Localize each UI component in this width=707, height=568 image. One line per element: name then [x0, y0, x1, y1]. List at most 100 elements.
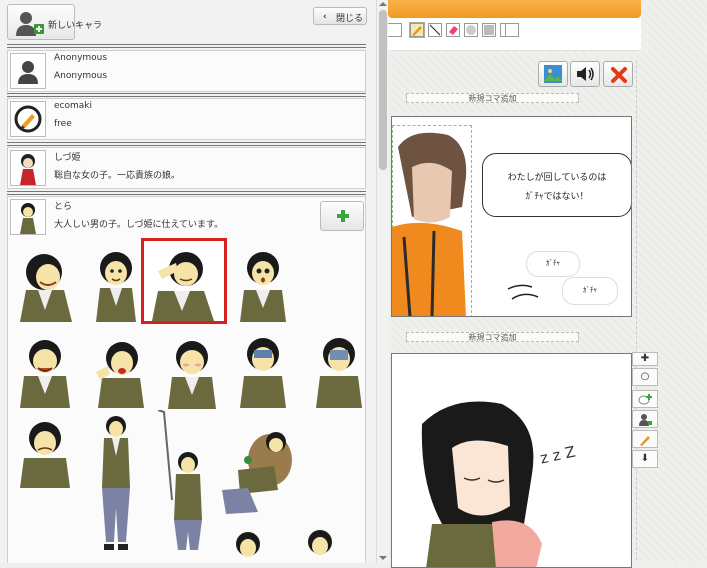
sprite-tora-selected[interactable]	[141, 238, 227, 324]
person-icon	[18, 61, 38, 84]
man-character-image	[392, 132, 467, 316]
sprite-tora-fallen[interactable]	[218, 420, 298, 520]
color-white-tool[interactable]	[505, 23, 519, 37]
avatar	[10, 101, 46, 137]
sprite-tora-smile[interactable]	[90, 244, 142, 322]
draw-button[interactable]	[632, 430, 658, 448]
divider	[7, 93, 366, 94]
comic-panel-1[interactable]: わたしが回しているのは ｶﾞﾁｬではない！ ｶﾞﾁｬ ｶﾞﾁｬ	[391, 116, 632, 317]
divider	[7, 145, 366, 146]
add-bubble-icon	[638, 394, 652, 405]
brush-small-tool[interactable]	[464, 23, 478, 37]
motion-lines	[507, 284, 539, 300]
divider	[7, 47, 366, 48]
add-frame-button[interactable]: 新規コマ追加	[406, 332, 579, 342]
add-image-button[interactable]	[538, 61, 568, 87]
add-sound-button[interactable]	[570, 61, 600, 87]
character-description: 大人しい男の子。しづ姫に仕えています。	[54, 220, 224, 230]
sfx-bubble-1[interactable]: ｶﾞﾁｬ	[526, 251, 580, 277]
toolbar-header	[388, 0, 641, 18]
sleeping-character-image	[421, 401, 542, 567]
character-name: Anonymous	[54, 53, 108, 63]
plus-icon	[337, 210, 349, 222]
add-frame-button[interactable]: 新規コマ追加	[406, 93, 579, 103]
sfx-bubble-2[interactable]: ｶﾞﾁｬ	[562, 277, 618, 305]
sprite-tora-glasses[interactable]	[14, 414, 76, 488]
scroll-down-arrow[interactable]	[379, 556, 387, 560]
character-row-anonymous[interactable]: Anonymous Anonymous	[7, 50, 366, 92]
avatar	[10, 53, 46, 89]
sfx-text: ｶﾞﾁｬ	[546, 259, 560, 267]
pencil-icon	[640, 436, 650, 446]
character-name: ecomaki	[54, 101, 92, 111]
circle-tool-button[interactable]: ○	[632, 368, 658, 386]
add-expression-button[interactable]	[320, 201, 364, 231]
sfx-text: ｶﾞﾁｬ	[583, 286, 597, 294]
avatar	[10, 150, 46, 186]
brush-large-tool[interactable]	[482, 23, 496, 37]
add-character-button[interactable]	[632, 410, 658, 428]
scroll-up-arrow[interactable]	[379, 2, 387, 6]
tora-avatar-image	[20, 203, 36, 234]
new-character-button[interactable]: 新しいキャラ	[7, 4, 102, 40]
vertical-guide	[636, 60, 637, 560]
character-name: とら	[54, 202, 73, 212]
speech-bubble[interactable]: わたしが回しているのは ｶﾞﾁｬではない！	[482, 153, 631, 217]
eraser-tool[interactable]	[446, 23, 460, 37]
sprite-tora-small-2[interactable]	[300, 526, 340, 563]
sprite-tora-surprised[interactable]	[232, 244, 294, 322]
close-label: 閉じる	[336, 14, 364, 24]
pen-icon	[14, 105, 42, 133]
new-character-label: 新しいキャラ	[48, 21, 103, 31]
circle-icon	[466, 25, 476, 35]
divider	[7, 44, 366, 45]
eraser-icon	[449, 26, 458, 35]
shizuhime-avatar-image	[20, 154, 36, 185]
speech-line-2: ｶﾞﾁｬではない！	[525, 192, 589, 202]
speech-line-1: わたしが回しているのは	[507, 173, 607, 183]
pencil-tool[interactable]	[409, 22, 425, 38]
sprite-tora-crying[interactable]	[92, 336, 150, 408]
sprite-tora-laugh[interactable]	[10, 244, 80, 322]
sprite-tora-shock[interactable]	[232, 330, 294, 408]
panel-scrollbar[interactable]	[376, 0, 389, 563]
character-description: 聡自な女の子。一応貴族の娘。	[54, 171, 181, 181]
speaker-icon	[577, 67, 594, 81]
square-icon	[484, 25, 494, 35]
delete-button[interactable]	[603, 61, 633, 87]
sprite-tora-fullbody-point[interactable]	[92, 412, 140, 558]
character-panel: 新しいキャラ ‹ 閉じる Anonymous Anonymous ecomaki…	[0, 0, 377, 563]
divider	[7, 191, 366, 192]
close-panel-button[interactable]: ‹ 閉じる	[313, 7, 367, 25]
character-name: しづ姫	[54, 153, 81, 163]
add-character-icon	[639, 414, 652, 426]
image-icon	[544, 65, 562, 83]
divider	[7, 96, 366, 97]
chevron-left-icon: ‹	[323, 12, 327, 22]
add-bubble-button[interactable]	[632, 390, 658, 408]
line-icon	[429, 24, 441, 36]
sprite-tora-small-1[interactable]	[228, 528, 268, 563]
delete-icon	[611, 67, 627, 83]
tool-blank[interactable]	[388, 23, 402, 37]
comic-panel-2[interactable]: z z Z	[391, 353, 632, 568]
down-arrow-icon: ⬇	[640, 453, 650, 464]
move-down-button[interactable]: ⬇	[632, 450, 658, 468]
move-panel-button[interactable]: ✚	[632, 352, 658, 366]
sprite-tora-fear[interactable]	[310, 330, 368, 408]
line-tool[interactable]	[428, 23, 442, 37]
add-user-icon	[16, 12, 44, 36]
move-icon: ✚	[640, 353, 650, 364]
sprite-tora-blush[interactable]	[160, 333, 224, 409]
character-description: free	[54, 119, 72, 129]
character-row-ecomaki[interactable]: ecomaki free	[7, 98, 366, 140]
circle-icon: ○	[640, 371, 650, 382]
sprite-tora-happy[interactable]	[12, 332, 78, 408]
scroll-thumb[interactable]	[379, 10, 387, 170]
character-description: Anonymous	[54, 71, 108, 81]
character-row-shizuhime[interactable]: しづ姫 聡自な女の子。一応貴族の娘。	[7, 147, 366, 189]
pencil-icon	[412, 26, 422, 36]
divider	[7, 194, 366, 195]
sprite-tora-fullbody-spear[interactable]	[150, 410, 210, 558]
avatar	[10, 199, 46, 235]
